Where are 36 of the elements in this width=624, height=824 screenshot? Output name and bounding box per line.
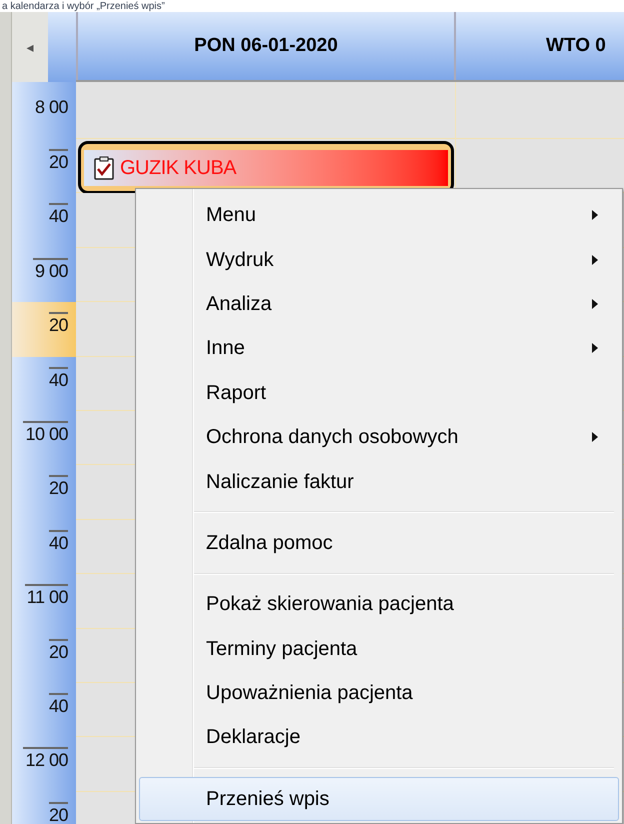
time-label: 12 00	[23, 747, 68, 772]
menu-item[interactable]: Zdalna pomoc	[139, 520, 619, 566]
menu-item[interactable]: Analiza	[139, 282, 619, 326]
day-header: PON 06-01-2020	[76, 12, 456, 80]
time-label: 10 00	[23, 420, 68, 445]
menu-item[interactable]: Przenieś wpis	[139, 776, 619, 822]
calendar-cell[interactable]	[76, 82, 455, 139]
time-label: 8 00	[34, 96, 68, 118]
menu-item[interactable]: Upoważnienia pacjenta	[139, 670, 619, 716]
menu-item[interactable]: Terminy pacjenta	[139, 626, 619, 671]
time-label: 20	[48, 802, 68, 824]
time-label: 40	[48, 692, 68, 717]
time-label: 20	[48, 149, 68, 173]
scroll-left-button[interactable]: ◂	[12, 12, 48, 82]
time-label: 40	[48, 203, 68, 228]
time-label: 40	[48, 530, 68, 554]
time-label: 20	[48, 475, 68, 500]
menu-item[interactable]: Deklaracje	[139, 715, 619, 760]
menu-item[interactable]: Inne	[139, 326, 619, 371]
day-header: WTO 0	[456, 12, 624, 80]
calendar-cell[interactable]	[456, 139, 624, 194]
calendar-cell[interactable]	[456, 82, 624, 139]
time-label: 9 00	[32, 258, 68, 282]
menu-item[interactable]: Ochrona danych osobowych	[139, 414, 619, 460]
menu-item[interactable]: Raport	[139, 370, 619, 415]
time-label: 40	[48, 366, 68, 391]
time-label: 11 00	[24, 584, 68, 608]
patient-name: GUZIK KUBA	[120, 156, 236, 180]
header-corner	[48, 12, 76, 82]
time-label: 20	[48, 638, 68, 663]
caption: a kalendarza i wybór „Przenieś wpis”	[2, 2, 165, 12]
menu-item[interactable]: Menu	[139, 193, 619, 238]
menu-item[interactable]: Wydruk	[139, 237, 619, 282]
menu-item[interactable]: Naliczanie faktur	[139, 459, 619, 504]
menu-item[interactable]: Pokaż skierowania pacjenta	[139, 582, 619, 627]
time-label: 20	[48, 312, 68, 336]
